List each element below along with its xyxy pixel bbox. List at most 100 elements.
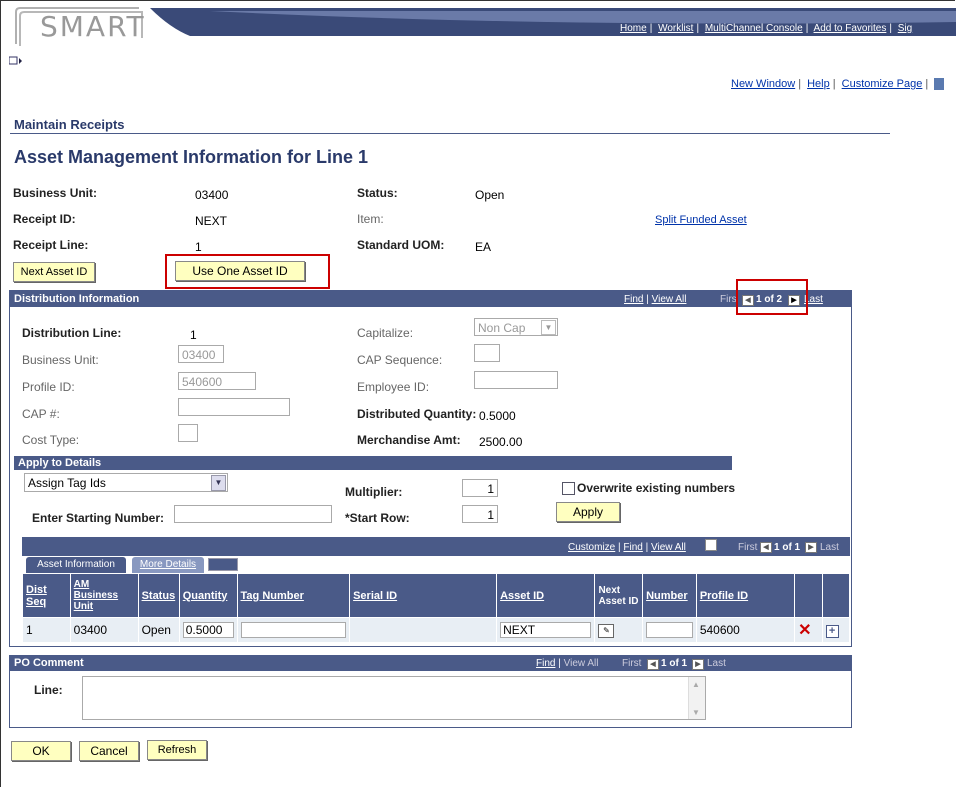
- cap-seq-label: CAP Sequence:: [357, 353, 443, 367]
- dist-line-label: Distribution Line:: [22, 326, 122, 340]
- overwrite-label: Overwrite existing numbers: [577, 481, 736, 495]
- grid-view-all-link[interactable]: View All: [651, 542, 686, 553]
- show-all-columns-icon[interactable]: [208, 558, 238, 571]
- textarea-scrollbar[interactable]: ▲ ▼: [688, 677, 705, 719]
- dist-bu-field[interactable]: 03400: [178, 345, 224, 363]
- cell-delete: ✕: [794, 617, 823, 643]
- starting-number-field[interactable]: [174, 505, 332, 523]
- cell-serial: [349, 617, 498, 643]
- col-serial-id[interactable]: Serial ID: [349, 573, 498, 618]
- po-view-all: View All: [563, 658, 599, 669]
- tag-number-field[interactable]: [240, 622, 347, 638]
- nav-multichannel[interactable]: MultiChannel Console: [705, 23, 803, 34]
- grid-first-label: First: [738, 542, 758, 553]
- grid-prev-icon[interactable]: ◀: [760, 541, 772, 553]
- po-last-label: Last: [707, 658, 726, 669]
- capitalize-select[interactable]: Non Cap ▼: [474, 318, 558, 336]
- header-nav: Home | Worklist | MultiChannel Console | Ad…: [620, 23, 913, 34]
- col-profile-id[interactable]: Profile ID: [695, 573, 796, 618]
- dist-qty-label: Distributed Quantity:: [357, 407, 477, 421]
- scroll-down-icon[interactable]: ▼: [692, 708, 700, 717]
- profile-field[interactable]: 540600: [178, 372, 256, 390]
- distribution-header: Distribution Information Find | View All…: [10, 291, 851, 307]
- nav-worklist[interactable]: Worklist: [658, 23, 693, 34]
- tab-more-details[interactable]: More Details: [132, 557, 204, 573]
- profile-label: Profile ID:: [22, 380, 75, 394]
- start-row-label: *Start Row:: [345, 511, 410, 525]
- cost-type-field[interactable]: [178, 424, 198, 442]
- scroll-up-icon[interactable]: ▲: [692, 680, 700, 689]
- ok-button[interactable]: OK: [11, 741, 71, 761]
- next-asset-icon[interactable]: ✎: [598, 624, 615, 638]
- status-value: Open: [475, 188, 505, 202]
- col-number[interactable]: Number: [642, 573, 697, 618]
- help-link[interactable]: Help: [807, 78, 830, 90]
- po-prev-icon[interactable]: ◀: [647, 658, 659, 670]
- cancel-button[interactable]: Cancel: [79, 741, 139, 761]
- next-asset-id-button[interactable]: Next Asset ID: [13, 262, 95, 282]
- add-row-icon[interactable]: +: [825, 624, 839, 638]
- asset-id-field[interactable]: NEXT: [500, 622, 592, 638]
- breadcrumb-divider: [10, 133, 890, 134]
- cell-number: [642, 617, 697, 643]
- asset-grid-header: Customize | Find | View All First ◀ 1 of…: [22, 537, 850, 556]
- po-line-label: Line:: [34, 683, 63, 697]
- quantity-field[interactable]: 0.5000: [182, 622, 234, 638]
- menu-toggle-icon[interactable]: [8, 55, 23, 65]
- distribution-title: Distribution Information: [14, 293, 140, 305]
- cap-number-field[interactable]: [178, 398, 290, 416]
- po-next-icon[interactable]: ▶: [692, 658, 704, 670]
- split-funded-link[interactable]: Split Funded Asset: [655, 214, 747, 226]
- breadcrumb: Maintain Receipts: [14, 117, 125, 132]
- nav-favorites[interactable]: Add to Favorites: [814, 23, 887, 34]
- smart-logo: SMART: [14, 6, 144, 46]
- grid-download-icon[interactable]: [705, 539, 717, 551]
- nav-signout[interactable]: Sig: [898, 23, 912, 34]
- po-line-textarea[interactable]: ▲ ▼: [82, 676, 706, 720]
- receipt-line-label: Receipt Line:: [13, 238, 89, 252]
- receipt-line-value: 1: [195, 240, 202, 254]
- col-asset-id[interactable]: Asset ID: [496, 573, 596, 618]
- col-delete: [794, 573, 823, 618]
- col-status[interactable]: Status: [137, 573, 180, 618]
- col-dist-seq[interactable]: Dist Seq: [22, 573, 71, 618]
- cell-next-asset: ✎: [594, 617, 644, 643]
- cell-profile: 540600: [695, 617, 796, 643]
- dist-first-label: Firs: [720, 294, 737, 305]
- col-add: [821, 573, 851, 618]
- apply-button[interactable]: Apply: [556, 502, 620, 522]
- dist-line-value: 1: [190, 328, 197, 342]
- refresh-button[interactable]: Refresh: [147, 740, 207, 760]
- multiplier-label: Multiplier:: [345, 485, 403, 499]
- new-window-link[interactable]: New Window: [731, 78, 795, 90]
- multiplier-field[interactable]: 1: [462, 479, 498, 497]
- cell-status: Open: [137, 617, 180, 643]
- number-field[interactable]: [646, 622, 693, 638]
- http-icon[interactable]: [934, 78, 945, 91]
- nav-home[interactable]: Home: [620, 23, 647, 34]
- col-quantity[interactable]: Quantity: [178, 573, 238, 618]
- uom-label: Standard UOM:: [357, 238, 445, 252]
- status-label: Status:: [357, 186, 398, 200]
- col-tag-number[interactable]: Tag Number: [236, 573, 351, 618]
- employee-field[interactable]: [474, 371, 558, 389]
- grid-next-icon[interactable]: ▶: [805, 541, 817, 553]
- logo-text: SMART: [40, 10, 146, 43]
- customize-page-link[interactable]: Customize Page: [842, 78, 923, 90]
- page-title: Asset Management Information for Line 1: [14, 147, 369, 167]
- dist-find-link[interactable]: Find: [624, 294, 643, 305]
- overwrite-checkbox[interactable]: [562, 482, 575, 495]
- po-find-link[interactable]: Find: [536, 658, 555, 669]
- grid-customize-link[interactable]: Customize: [568, 542, 615, 553]
- apply-action-select[interactable]: Assign Tag Ids ▼: [24, 473, 228, 492]
- asset-table: Dist Seq AM Business Unit Status Quantit…: [22, 573, 851, 643]
- col-next-asset-id: Next Asset ID: [594, 573, 644, 618]
- grid-find-link[interactable]: Find: [623, 542, 642, 553]
- receipt-id-label: Receipt ID:: [13, 212, 76, 226]
- col-am-bu[interactable]: AM Business Unit: [69, 573, 139, 618]
- delete-row-icon[interactable]: ✕: [798, 622, 811, 639]
- start-row-field[interactable]: 1: [462, 505, 498, 523]
- cap-seq-field[interactable]: [474, 344, 500, 362]
- dist-view-all-link[interactable]: View All: [652, 294, 687, 305]
- tab-asset-information[interactable]: Asset Information: [26, 557, 126, 573]
